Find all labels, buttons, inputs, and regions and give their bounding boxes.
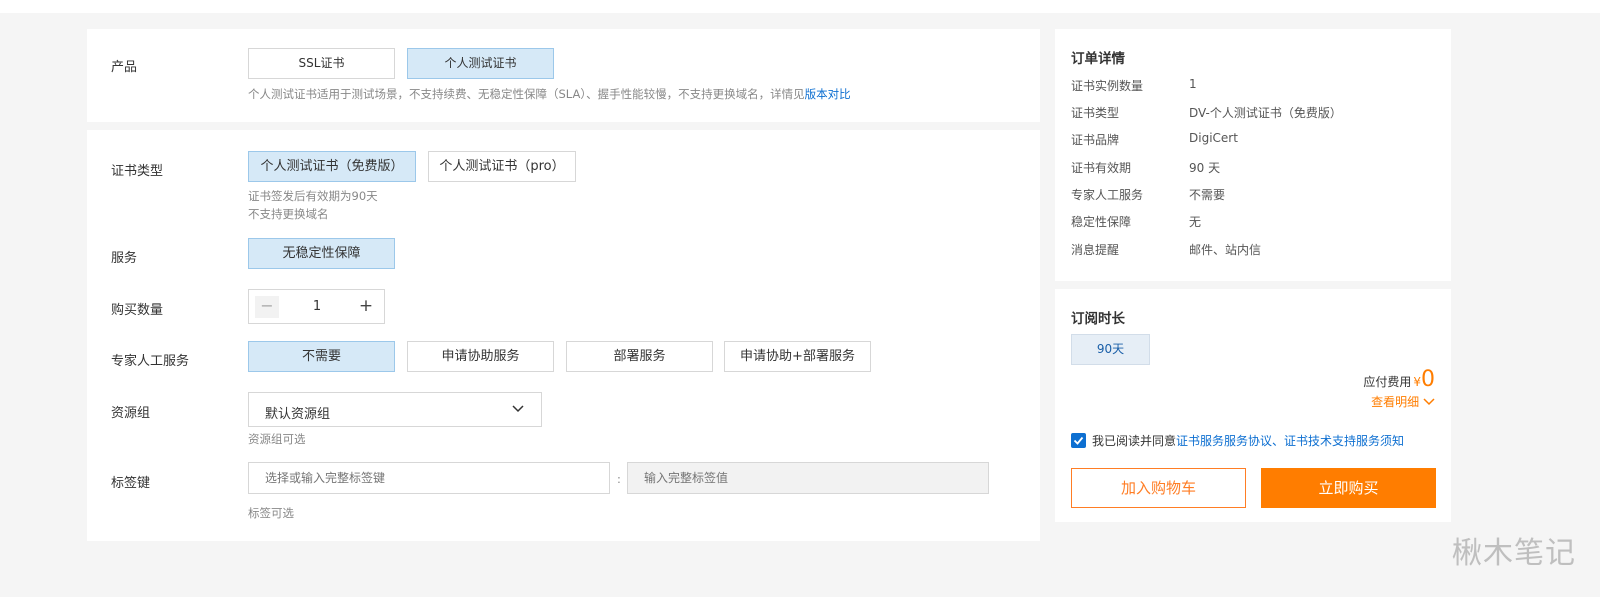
add-to-cart-button[interactable]: 加入购物车 <box>1071 468 1246 508</box>
agreement-prefix: 我已阅读并同意 <box>1092 434 1177 448</box>
cert-type-option-free[interactable]: 个人测试证书（免费版） <box>248 151 416 182</box>
expert-option-assist-deploy[interactable]: 申请协助+部署服务 <box>724 341 871 372</box>
resource-group-hint: 资源组可选 <box>248 432 306 446</box>
order-row-value: DigiCert <box>1189 131 1238 145</box>
order-details-card: 订单详情 证书实例数量 1 证书类型 DV-个人测试证书（免费版） 证书品牌 D… <box>1055 29 1451 281</box>
duration-option-90[interactable]: 90天 <box>1071 334 1150 365</box>
order-details-title: 订单详情 <box>1071 51 1125 67</box>
resource-group-select[interactable]: 默认资源组 <box>248 392 542 427</box>
cert-type-hint-validity: 证书签发后有效期为90天 <box>248 189 378 203</box>
fee-line: 应付费用 ¥0 <box>1363 367 1435 392</box>
config-card: 证书类型 个人测试证书（免费版） 个人测试证书（pro） 证书签发后有效期为90… <box>87 130 1040 541</box>
resource-group-value: 默认资源组 <box>265 407 331 422</box>
service-agreement-link[interactable]: 证书服务服务协议 <box>1176 434 1272 448</box>
product-label: 产品 <box>111 60 138 75</box>
currency-symbol: ¥ <box>1413 375 1421 389</box>
watermark-text: 楸木笔记 <box>1452 536 1576 571</box>
expert-option-none[interactable]: 不需要 <box>248 341 395 372</box>
order-row-value: 邮件、站内信 <box>1189 243 1262 257</box>
order-row-value: DV-个人测试证书（免费版） <box>1189 106 1342 120</box>
service-option-no-sla[interactable]: 无稳定性保障 <box>248 238 395 269</box>
service-label: 服务 <box>111 251 138 266</box>
chevron-down-icon <box>511 402 525 420</box>
expert-service-label: 专家人工服务 <box>111 354 190 369</box>
product-hint: 个人测试证书适用于测试场景，不支持续费、无稳定性保障（SLA）、握手性能较慢，不… <box>248 86 851 102</box>
buy-now-button[interactable]: 立即购买 <box>1261 468 1436 508</box>
order-row-key: 消息提醒 <box>1071 243 1120 257</box>
quantity-label: 购买数量 <box>111 303 164 318</box>
quantity-increment-button[interactable]: + <box>356 296 376 318</box>
order-row-value: 不需要 <box>1189 188 1226 202</box>
expert-option-assist[interactable]: 申请协助服务 <box>407 341 554 372</box>
tag-separator: : <box>617 472 621 486</box>
cert-type-hint-domain: 不支持更换域名 <box>248 207 329 221</box>
order-row-key: 稳定性保障 <box>1071 215 1132 229</box>
order-row-key: 证书有效期 <box>1071 161 1132 175</box>
tag-key-input[interactable] <box>248 462 610 494</box>
fee-value: 0 <box>1421 367 1435 392</box>
order-row-key: 证书实例数量 <box>1071 79 1144 93</box>
order-row-key: 证书类型 <box>1071 106 1120 120</box>
agreement-separator: 、 <box>1272 434 1285 448</box>
subscription-title: 订阅时长 <box>1071 311 1125 327</box>
quantity-value[interactable]: 1 <box>299 299 335 314</box>
expert-option-deploy[interactable]: 部署服务 <box>566 341 713 372</box>
chevron-down-icon <box>1423 396 1435 410</box>
order-row-value: 无 <box>1189 215 1202 229</box>
product-card: 产品 SSL证书 个人测试证书 个人测试证书适用于测试场景，不支持续费、无稳定性… <box>87 29 1040 122</box>
quantity-stepper: − 1 + <box>248 289 385 324</box>
order-row-value: 90 天 <box>1189 161 1221 175</box>
cert-type-option-pro[interactable]: 个人测试证书（pro） <box>428 151 576 182</box>
quantity-decrement-button[interactable]: − <box>255 296 279 318</box>
order-row-key: 证书品牌 <box>1071 133 1120 147</box>
fee-detail-text: 查看明细 <box>1371 395 1420 409</box>
order-row-value: 1 <box>1189 77 1197 91</box>
subscription-card: 订阅时长 90天 应付费用 ¥0 查看明细 我已阅读并同意证书服务服务协议、证书技… <box>1055 289 1451 522</box>
fee-label: 应付费用 <box>1363 375 1412 389</box>
resource-group-label: 资源组 <box>111 406 151 421</box>
top-band <box>0 0 1600 13</box>
tag-hint: 标签可选 <box>248 506 294 520</box>
order-row-key: 专家人工服务 <box>1071 188 1144 202</box>
checkmark-icon <box>1073 436 1084 445</box>
cert-type-label: 证书类型 <box>111 164 164 179</box>
tag-value-input[interactable] <box>627 462 989 494</box>
product-option-personal-test[interactable]: 个人测试证书 <box>407 48 554 79</box>
version-compare-link[interactable]: 版本对比 <box>805 87 851 101</box>
product-option-ssl[interactable]: SSL证书 <box>248 48 395 79</box>
support-notice-link[interactable]: 证书技术支持服务须知 <box>1284 434 1404 448</box>
agreement-checkbox[interactable] <box>1071 433 1086 448</box>
product-hint-text: 个人测试证书适用于测试场景，不支持续费、无稳定性保障（SLA）、握手性能较慢，不… <box>248 87 805 101</box>
tag-key-label: 标签键 <box>111 476 151 491</box>
fee-detail-link[interactable]: 查看明细 <box>1371 393 1435 410</box>
agreement-line: 我已阅读并同意证书服务服务协议、证书技术支持服务须知 <box>1071 432 1404 449</box>
